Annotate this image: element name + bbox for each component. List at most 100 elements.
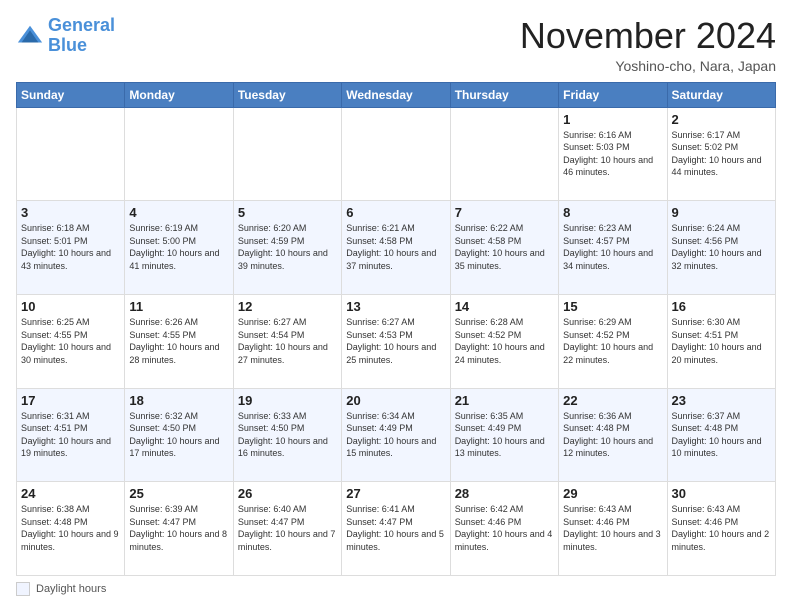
day-number: 1 — [563, 112, 662, 127]
calendar-cell — [233, 107, 341, 201]
col-header-tuesday: Tuesday — [233, 82, 341, 107]
day-info: Sunrise: 6:19 AMSunset: 5:00 PMDaylight:… — [129, 222, 228, 272]
calendar-cell: 21 Sunrise: 6:35 AMSunset: 4:49 PMDayligh… — [450, 388, 558, 482]
day-number: 30 — [672, 486, 771, 501]
calendar-cell: 22Sunrise: 6:36 AMSunset: 4:48 PMDayligh… — [559, 388, 667, 482]
header: General Blue November 2024 Yoshino-cho, … — [16, 16, 776, 74]
day-number: 18 — [129, 393, 228, 408]
day-info: Sunrise: 6:29 AMSunset: 4:52 PMDaylight:… — [563, 316, 662, 366]
day-number: 13 — [346, 299, 445, 314]
day-number: 9 — [672, 205, 771, 220]
calendar-cell: 16 Sunrise: 6:30 AMSunset: 4:51 PMDayligh… — [667, 294, 775, 388]
day-number: 8 — [563, 205, 662, 220]
day-info: Sunrise: 6:22 AMSunset: 4:58 PMDaylight:… — [455, 222, 554, 272]
col-header-sunday: Sunday — [17, 82, 125, 107]
day-info: Sunrise: 6:37 AMSunset: 4:48 PMDaylight:… — [672, 410, 771, 460]
calendar-cell: 28Sunrise: 6:42 AMSunset: 4:46 PMDayligh… — [450, 482, 558, 576]
col-header-friday: Friday — [559, 82, 667, 107]
day-info: Sunrise: 6:26 AMSunset: 4:55 PMDaylight:… — [129, 316, 228, 366]
day-number: 7 — [455, 205, 554, 220]
day-number: 19 — [238, 393, 337, 408]
day-number: 29 — [563, 486, 662, 501]
calendar-cell: 12Sunrise: 6:27 AMSunset: 4:54 PMDayligh… — [233, 294, 341, 388]
day-info: Sunrise: 6:21 AMSunset: 4:58 PMDaylight:… — [346, 222, 445, 272]
day-number: 21 — [455, 393, 554, 408]
day-info: Sunrise: 6:28 AMSunset: 4:52 PMDaylight:… — [455, 316, 554, 366]
logo: General Blue — [16, 16, 115, 56]
legend-box — [16, 582, 30, 596]
day-info: Sunrise: 6:27 AMSunset: 4:53 PMDaylight:… — [346, 316, 445, 366]
day-number: 2 — [672, 112, 771, 127]
calendar-cell — [450, 107, 558, 201]
calendar-cell: 8 Sunrise: 6:23 AMSunset: 4:57 PMDaylight… — [559, 201, 667, 295]
day-info: Sunrise: 6:34 AMSunset: 4:49 PMDaylight:… — [346, 410, 445, 460]
calendar-table: SundayMondayTuesdayWednesdayThursdayFrid… — [16, 82, 776, 576]
calendar-cell: 17 Sunrise: 6:31 AMSunset: 4:51 PMDayligh… — [17, 388, 125, 482]
location: Yoshino-cho, Nara, Japan — [520, 58, 776, 74]
title-block: November 2024 Yoshino-cho, Nara, Japan — [520, 16, 776, 74]
day-number: 16 — [672, 299, 771, 314]
calendar-cell: 25 Sunrise: 6:39 AMSunset: 4:47 PMDayligh… — [125, 482, 233, 576]
day-number: 12 — [238, 299, 337, 314]
day-info: Sunrise: 6:43 AMSunset: 4:46 PMDaylight:… — [672, 503, 771, 553]
col-header-saturday: Saturday — [667, 82, 775, 107]
day-number: 11 — [129, 299, 228, 314]
calendar-cell: 5 Sunrise: 6:20 AMSunset: 4:59 PMDaylight… — [233, 201, 341, 295]
calendar-cell: 2Sunrise: 6:17 AMSunset: 5:02 PMDaylight… — [667, 107, 775, 201]
calendar-cell — [17, 107, 125, 201]
week-row-4: 24 Sunrise: 6:38 AMSunset: 4:48 PMDayligh… — [17, 482, 776, 576]
day-info: Sunrise: 6:23 AMSunset: 4:57 PMDaylight:… — [563, 222, 662, 272]
calendar-cell: 19 Sunrise: 6:33 AMSunset: 4:50 PMDayligh… — [233, 388, 341, 482]
day-number: 26 — [238, 486, 337, 501]
calendar-cell: 20 Sunrise: 6:34 AMSunset: 4:49 PMDayligh… — [342, 388, 450, 482]
week-row-0: 1 Sunrise: 6:16 AMSunset: 5:03 PMDaylight… — [17, 107, 776, 201]
calendar-cell: 26 Sunrise: 6:40 AMSunset: 4:47 PMDayligh… — [233, 482, 341, 576]
day-number: 3 — [21, 205, 120, 220]
day-info: Sunrise: 6:31 AMSunset: 4:51 PMDaylight:… — [21, 410, 120, 460]
calendar-cell: 15 Sunrise: 6:29 AMSunset: 4:52 PMDayligh… — [559, 294, 667, 388]
day-number: 24 — [21, 486, 120, 501]
month-title: November 2024 — [520, 16, 776, 56]
day-info: Sunrise: 6:40 AMSunset: 4:47 PMDaylight:… — [238, 503, 337, 553]
logo-icon — [16, 22, 44, 50]
day-number: 5 — [238, 205, 337, 220]
day-number: 25 — [129, 486, 228, 501]
page: General Blue November 2024 Yoshino-cho, … — [0, 0, 792, 612]
day-info: Sunrise: 6:35 AMSunset: 4:49 PMDaylight:… — [455, 410, 554, 460]
calendar-cell: 4 Sunrise: 6:19 AMSunset: 5:00 PMDaylight… — [125, 201, 233, 295]
day-number: 20 — [346, 393, 445, 408]
calendar-cell: 13 Sunrise: 6:27 AMSunset: 4:53 PMDayligh… — [342, 294, 450, 388]
day-number: 4 — [129, 205, 228, 220]
day-number: 6 — [346, 205, 445, 220]
calendar-cell: 10 Sunrise: 6:25 AMSunset: 4:55 PMDayligh… — [17, 294, 125, 388]
day-info: Sunrise: 6:18 AMSunset: 5:01 PMDaylight:… — [21, 222, 120, 272]
calendar-cell: 27 Sunrise: 6:41 AMSunset: 4:47 PMDayligh… — [342, 482, 450, 576]
col-header-wednesday: Wednesday — [342, 82, 450, 107]
day-info: Sunrise: 6:38 AMSunset: 4:48 PMDaylight:… — [21, 503, 120, 553]
day-info: Sunrise: 6:43 AMSunset: 4:46 PMDaylight:… — [563, 503, 662, 553]
calendar-cell: 7 Sunrise: 6:22 AMSunset: 4:58 PMDaylight… — [450, 201, 558, 295]
day-info: Sunrise: 6:30 AMSunset: 4:51 PMDaylight:… — [672, 316, 771, 366]
day-info: Sunrise: 6:42 AMSunset: 4:46 PMDaylight:… — [455, 503, 554, 553]
calendar-cell: 9Sunrise: 6:24 AMSunset: 4:56 PMDaylight… — [667, 201, 775, 295]
calendar-cell — [125, 107, 233, 201]
calendar-cell: 30 Sunrise: 6:43 AMSunset: 4:46 PMDayligh… — [667, 482, 775, 576]
day-info: Sunrise: 6:20 AMSunset: 4:59 PMDaylight:… — [238, 222, 337, 272]
day-number: 17 — [21, 393, 120, 408]
day-info: Sunrise: 6:25 AMSunset: 4:55 PMDaylight:… — [21, 316, 120, 366]
day-info: Sunrise: 6:36 AMSunset: 4:48 PMDaylight:… — [563, 410, 662, 460]
day-number: 23 — [672, 393, 771, 408]
day-info: Sunrise: 6:16 AMSunset: 5:03 PMDaylight:… — [563, 129, 662, 179]
day-number: 10 — [21, 299, 120, 314]
logo-text: General Blue — [48, 16, 115, 56]
day-number: 27 — [346, 486, 445, 501]
calendar-cell — [342, 107, 450, 201]
day-number: 15 — [563, 299, 662, 314]
week-row-3: 17 Sunrise: 6:31 AMSunset: 4:51 PMDayligh… — [17, 388, 776, 482]
calendar-cell: 3 Sunrise: 6:18 AMSunset: 5:01 PMDaylight… — [17, 201, 125, 295]
calendar-cell: 11 Sunrise: 6:26 AMSunset: 4:55 PMDayligh… — [125, 294, 233, 388]
day-info: Sunrise: 6:41 AMSunset: 4:47 PMDaylight:… — [346, 503, 445, 553]
legend-label: Daylight hours — [36, 583, 106, 595]
day-info: Sunrise: 6:33 AMSunset: 4:50 PMDaylight:… — [238, 410, 337, 460]
day-info: Sunrise: 6:39 AMSunset: 4:47 PMDaylight:… — [129, 503, 228, 553]
